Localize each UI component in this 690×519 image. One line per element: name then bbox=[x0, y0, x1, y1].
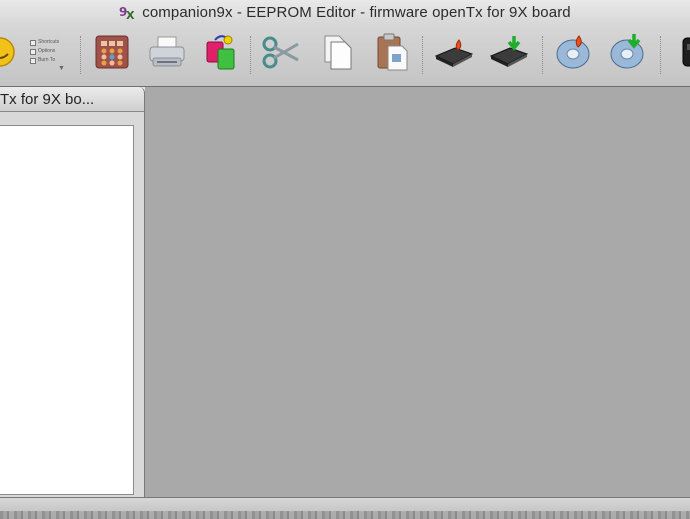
calculator-icon bbox=[93, 33, 131, 76]
toolbar-separator bbox=[542, 36, 543, 74]
eeprom-subwindow: Tx for 9X bo... bbox=[0, 87, 145, 499]
window-title: companion9x - EEPROM Editor - firmware o… bbox=[142, 3, 571, 21]
toolbar-separator bbox=[80, 36, 81, 74]
compare-button[interactable] bbox=[198, 32, 242, 76]
scissors-icon bbox=[261, 34, 301, 75]
title-bar[interactable]: 9 X companion9x - EEPROM Editor - firmwa… bbox=[0, 0, 690, 24]
mini-option-options[interactable]: Options bbox=[30, 47, 70, 56]
backup-button[interactable] bbox=[668, 32, 690, 76]
printer-icon bbox=[147, 34, 187, 75]
window-chrome: 9 X companion9x - EEPROM Editor - firmwa… bbox=[0, 0, 690, 87]
chevron-down-icon[interactable]: ▼ bbox=[58, 64, 65, 73]
main-toolbar: Shortcuts Options Burn To ▼ bbox=[0, 26, 690, 84]
toolbar-separator bbox=[660, 36, 661, 74]
mdi-area bbox=[146, 87, 690, 499]
subwindow-body bbox=[0, 112, 145, 499]
radio-icon bbox=[675, 34, 690, 75]
chip-write-icon bbox=[433, 34, 475, 75]
status-bar bbox=[0, 497, 690, 519]
companion9x-icon: 9 X bbox=[119, 3, 137, 22]
simulate-button[interactable] bbox=[90, 32, 134, 76]
copy-icon bbox=[321, 32, 353, 77]
write-eeprom-button[interactable] bbox=[432, 32, 476, 76]
copy-button[interactable] bbox=[315, 32, 359, 76]
read-flash-button[interactable] bbox=[606, 32, 650, 76]
write-flash-button[interactable] bbox=[552, 32, 596, 76]
models-list[interactable] bbox=[0, 125, 134, 495]
mini-option-shortcuts[interactable]: Shortcuts bbox=[30, 38, 70, 47]
cut-button[interactable] bbox=[259, 32, 303, 76]
compare-models-icon bbox=[201, 32, 239, 77]
paste-icon bbox=[374, 32, 410, 77]
disk-write-icon bbox=[554, 32, 594, 77]
print-button[interactable] bbox=[145, 32, 189, 76]
toolbar-separator bbox=[250, 36, 251, 74]
subwindow-title: Tx for 9X bo... bbox=[0, 91, 95, 108]
about-button[interactable] bbox=[0, 32, 22, 76]
svg-text:X: X bbox=[126, 9, 135, 21]
smiley-icon bbox=[0, 35, 17, 74]
subwindow-title-bar[interactable]: Tx for 9X bo... bbox=[0, 87, 145, 112]
toolbar-separator bbox=[422, 36, 423, 74]
paste-button[interactable] bbox=[370, 32, 414, 76]
read-eeprom-button[interactable] bbox=[487, 32, 531, 76]
disk-read-icon bbox=[608, 32, 648, 77]
toolbar-mini-options[interactable]: Shortcuts Options Burn To ▼ bbox=[30, 38, 70, 72]
chip-read-icon bbox=[488, 34, 530, 75]
